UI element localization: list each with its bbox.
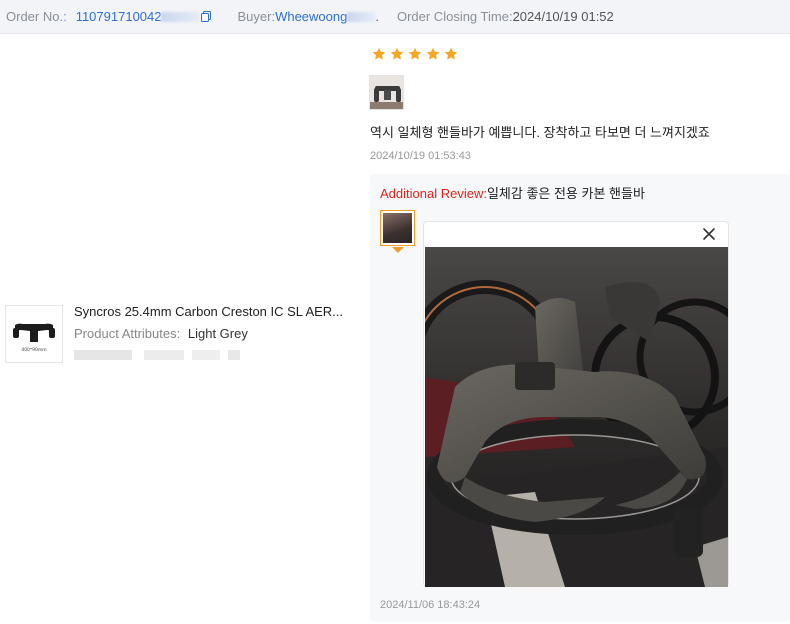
star-icon <box>444 47 458 60</box>
copy-icon[interactable] <box>201 11 212 22</box>
buyer-suffix: . <box>375 9 379 24</box>
preview-photo <box>425 247 728 587</box>
star-icon <box>426 47 440 60</box>
thumb-caption: 400*90mm <box>21 347 46 353</box>
closing-time-group: Order Closing Time: 2024/10/19 01:52 <box>397 9 614 24</box>
bike-handlebar-photo <box>425 247 728 587</box>
attr-separator: : <box>176 326 181 341</box>
order-number-group: Order No.: 110791710042 <box>6 9 212 24</box>
star-icon <box>372 47 386 60</box>
additional-image-thumbnail[interactable] <box>380 210 415 246</box>
rating-stars <box>372 47 458 61</box>
closing-time-label: Order Closing Time: <box>396 9 513 24</box>
handlebar-image: 400*90mm <box>13 323 55 353</box>
closing-time-value: 2024/10/19 01:52 <box>512 9 614 24</box>
additional-review-time: 2024/11/06 18:43:24 <box>380 599 481 611</box>
additional-review-line: Additional Review:일체감 좋은 전용 카본 핸들바 <box>380 183 645 202</box>
product-title[interactable]: Syncros 25.4mm Carbon Creston IC SL AER.… <box>74 304 343 319</box>
product-info: 400*90mm Syncros 25.4mm Carbon Creston I… <box>5 304 350 365</box>
additional-review-text: 일체감 좋은 전용 카본 핸들바 <box>486 186 645 201</box>
order-number-redaction <box>161 11 200 22</box>
product-thumbnail[interactable]: 400*90mm <box>5 305 63 363</box>
review-image-thumbnail[interactable] <box>369 75 404 110</box>
review-photo <box>370 76 403 109</box>
order-number-label: Order No.: <box>6 9 67 24</box>
additional-review-label: Additional Review: <box>380 186 487 201</box>
additional-thumb-photo <box>383 213 412 243</box>
star-icon <box>390 47 404 60</box>
additional-review: Additional Review:일체감 좋은 전용 카본 핸들바 2024/… <box>370 174 790 622</box>
buyer-link[interactable]: Wheewoong <box>275 9 347 24</box>
order-header: Order No.: 110791710042 Buyer: Wheewoong… <box>0 0 790 34</box>
order-number-link[interactable]: 110791710042 <box>76 9 162 24</box>
review-text: 역시 일체형 핸들바가 예쁩니다. 장착하고 타보면 더 느껴지겠죠 <box>370 125 710 140</box>
star-icon <box>408 47 422 60</box>
product-attributes: Product Attributes: Light Grey <box>74 326 248 341</box>
review-time: 2024/10/19 01:53:43 <box>370 150 471 162</box>
attr-value: Light Grey <box>187 326 248 341</box>
buyer-label: Buyer: <box>237 9 276 24</box>
buyer-group: Buyer: Wheewoong . <box>237 9 378 24</box>
selected-caret-icon <box>392 247 404 253</box>
attr-label: Product Attributes <box>74 326 177 341</box>
close-icon[interactable] <box>702 227 716 241</box>
image-preview <box>423 221 729 587</box>
buyer-redaction <box>347 11 376 22</box>
product-redaction <box>74 350 240 360</box>
